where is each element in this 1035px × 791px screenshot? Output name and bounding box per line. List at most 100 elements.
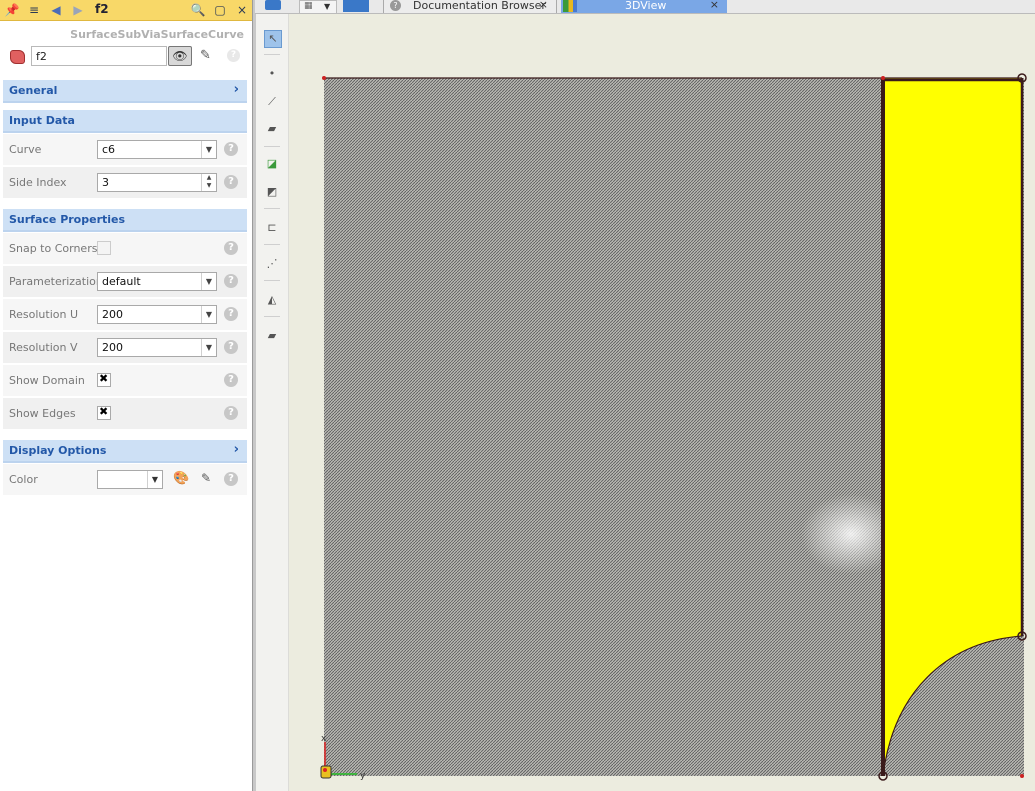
resolution-u-dropdown[interactable]: 200 ▼: [97, 305, 217, 324]
property-row-curve: Curve c6 ▼ ?: [3, 134, 247, 167]
subsurface-tool-icon[interactable]: ◪: [264, 156, 280, 172]
plane-tool-icon[interactable]: ◩: [264, 184, 280, 200]
help-icon: ?: [390, 0, 401, 11]
resolution-u-label: Resolution U: [9, 308, 79, 321]
property-row-resolution-v: Resolution V 200 ▼ ?: [3, 332, 247, 365]
visibility-eye-icon[interactable]: 👁: [168, 46, 192, 66]
side-index-spinbox[interactable]: 3 ▲ ▼: [97, 173, 217, 192]
chevron-right-icon: ›: [233, 442, 239, 457]
name-input[interactable]: [31, 46, 167, 66]
spin-arrows-icon[interactable]: ▲ ▼: [201, 174, 216, 191]
viewport-canvas: x y: [320, 73, 1027, 781]
show-edges-checkbox[interactable]: [97, 405, 111, 420]
show-domain-label: Show Domain: [9, 374, 85, 387]
section-input-data-label: Input Data: [9, 114, 75, 127]
tab-documentation-label: Documentation Browser: [413, 0, 546, 12]
toolbar-separator: [264, 146, 280, 147]
color-picker-dropdown[interactable]: ▼: [97, 470, 163, 489]
property-row-resolution-u: Resolution U 200 ▼ ?: [3, 299, 247, 332]
pin-icon[interactable]: 📌: [4, 2, 20, 18]
resolution-v-dropdown[interactable]: 200 ▼: [97, 338, 217, 357]
color-label: Color: [9, 473, 38, 486]
point-tool-icon[interactable]: •: [264, 66, 280, 82]
transform-tool-icon[interactable]: ⊏: [264, 220, 280, 236]
section-input-data[interactable]: Input Data: [3, 110, 247, 133]
toolbar-separator: [264, 208, 280, 209]
close-icon[interactable]: ×: [539, 0, 548, 10]
layout-dropdown[interactable]: ▦ ▼: [299, 0, 337, 13]
help-icon[interactable]: ?: [224, 472, 238, 486]
help-icon[interactable]: ?: [224, 340, 238, 354]
axis-y-label: y: [360, 771, 366, 781]
workspace-icon[interactable]: [265, 0, 281, 10]
help-icon[interactable]: ?: [227, 49, 240, 62]
show-edges-label: Show Edges: [9, 407, 76, 420]
palette-icon[interactable]: 🎨: [173, 471, 189, 486]
tab-bar: ▦ ▼ ? Documentation Browser × 3DView ×: [255, 0, 1035, 14]
surface-patch-tool-icon[interactable]: ▰: [264, 328, 280, 344]
search-icon[interactable]: 🔍: [190, 2, 206, 18]
3dview-icon: [563, 0, 577, 12]
property-row-color: Color ▼ 🎨 ✎ ?: [3, 464, 247, 497]
geometry-toolbar: ↖ • ⟋ ▰ ◪ ◩ ⊏ ⋰ ◭ ▰: [256, 14, 289, 791]
curve-label: Curve: [9, 143, 42, 156]
section-display-options[interactable]: Display Options ›: [3, 440, 247, 463]
help-icon[interactable]: ?: [224, 142, 238, 156]
close-icon[interactable]: ×: [710, 0, 719, 10]
property-panel: 📌 ≡ ◀ ▶ f2 🔍 ▢ × SurfaceSubViaSurfaceCur…: [0, 0, 252, 791]
tab-3dview[interactable]: 3DView ×: [561, 0, 727, 13]
snap-to-corners-checkbox[interactable]: [97, 241, 111, 255]
property-row-parameterization: Parameterization default ▼ ?: [3, 266, 247, 299]
edit-pencil-icon[interactable]: ✎: [201, 471, 211, 485]
section-general[interactable]: General ›: [3, 80, 247, 103]
side-index-label: Side Index: [9, 176, 67, 189]
vertex-point[interactable]: [322, 76, 326, 80]
section-display-options-label: Display Options: [9, 444, 107, 457]
folder-icon[interactable]: [343, 0, 369, 12]
help-icon[interactable]: ?: [224, 274, 238, 288]
layout-icon: ▦: [304, 1, 313, 11]
vertex-point[interactable]: [881, 76, 885, 80]
select-tool-icon[interactable]: ↖: [264, 30, 282, 48]
vertex-point[interactable]: [1020, 774, 1024, 778]
edit-pencil-icon[interactable]: ✎: [200, 48, 211, 63]
chevron-down-icon[interactable]: ▼: [147, 471, 162, 488]
tab-documentation-browser[interactable]: ? Documentation Browser ×: [383, 0, 557, 13]
surface-tool-icon[interactable]: ▰: [264, 121, 280, 137]
section-surface-properties[interactable]: Surface Properties: [3, 209, 247, 232]
curve-value: c6: [102, 143, 116, 156]
curve-tool-icon[interactable]: ⟋: [264, 94, 280, 110]
toolbar-separator: [264, 54, 280, 55]
show-domain-checkbox[interactable]: [97, 372, 111, 387]
close-icon[interactable]: ×: [234, 2, 250, 18]
chevron-down-icon[interactable]: ▼: [201, 339, 216, 356]
curve-dropdown[interactable]: c6 ▼: [97, 140, 217, 159]
parameterization-dropdown[interactable]: default ▼: [97, 272, 217, 291]
object-type-label: SurfaceSubViaSurfaceCurve: [70, 28, 244, 41]
axis-x-label: x: [321, 734, 327, 744]
property-row-show-domain: Show Domain ?: [3, 365, 247, 398]
help-icon[interactable]: ?: [224, 175, 238, 189]
section-surface-properties-label: Surface Properties: [9, 213, 126, 226]
toolbar-separator: [264, 316, 280, 317]
menu-icon[interactable]: ≡: [26, 2, 42, 18]
help-icon[interactable]: ?: [224, 406, 238, 420]
resolution-u-value: 200: [102, 308, 123, 321]
dotted-line-tool-icon[interactable]: ⋰: [264, 256, 280, 272]
property-row-side-index: Side Index 3 ▲ ▼ ?: [3, 167, 247, 200]
snap-to-corners-label: Snap to Corners: [9, 242, 98, 255]
panel-title: f2: [95, 2, 109, 16]
chevron-down-icon[interactable]: ▼: [201, 306, 216, 323]
help-icon[interactable]: ?: [224, 241, 238, 255]
forward-arrow-icon[interactable]: ▶: [70, 2, 86, 18]
3d-viewport[interactable]: x y: [289, 14, 1035, 791]
back-arrow-icon[interactable]: ◀: [48, 2, 64, 18]
panel-titlebar: 📌 ≡ ◀ ▶ f2 🔍 ▢ ×: [0, 0, 252, 21]
copy-icon[interactable]: ▢: [212, 2, 228, 18]
chevron-down-icon[interactable]: ▼: [201, 273, 216, 290]
chevron-down-icon[interactable]: ▼: [201, 141, 216, 158]
help-icon[interactable]: ?: [224, 373, 238, 387]
help-icon[interactable]: ?: [224, 307, 238, 321]
measure-tool-icon[interactable]: ◭: [264, 292, 280, 308]
parameterization-label: Parameterization: [9, 275, 103, 288]
